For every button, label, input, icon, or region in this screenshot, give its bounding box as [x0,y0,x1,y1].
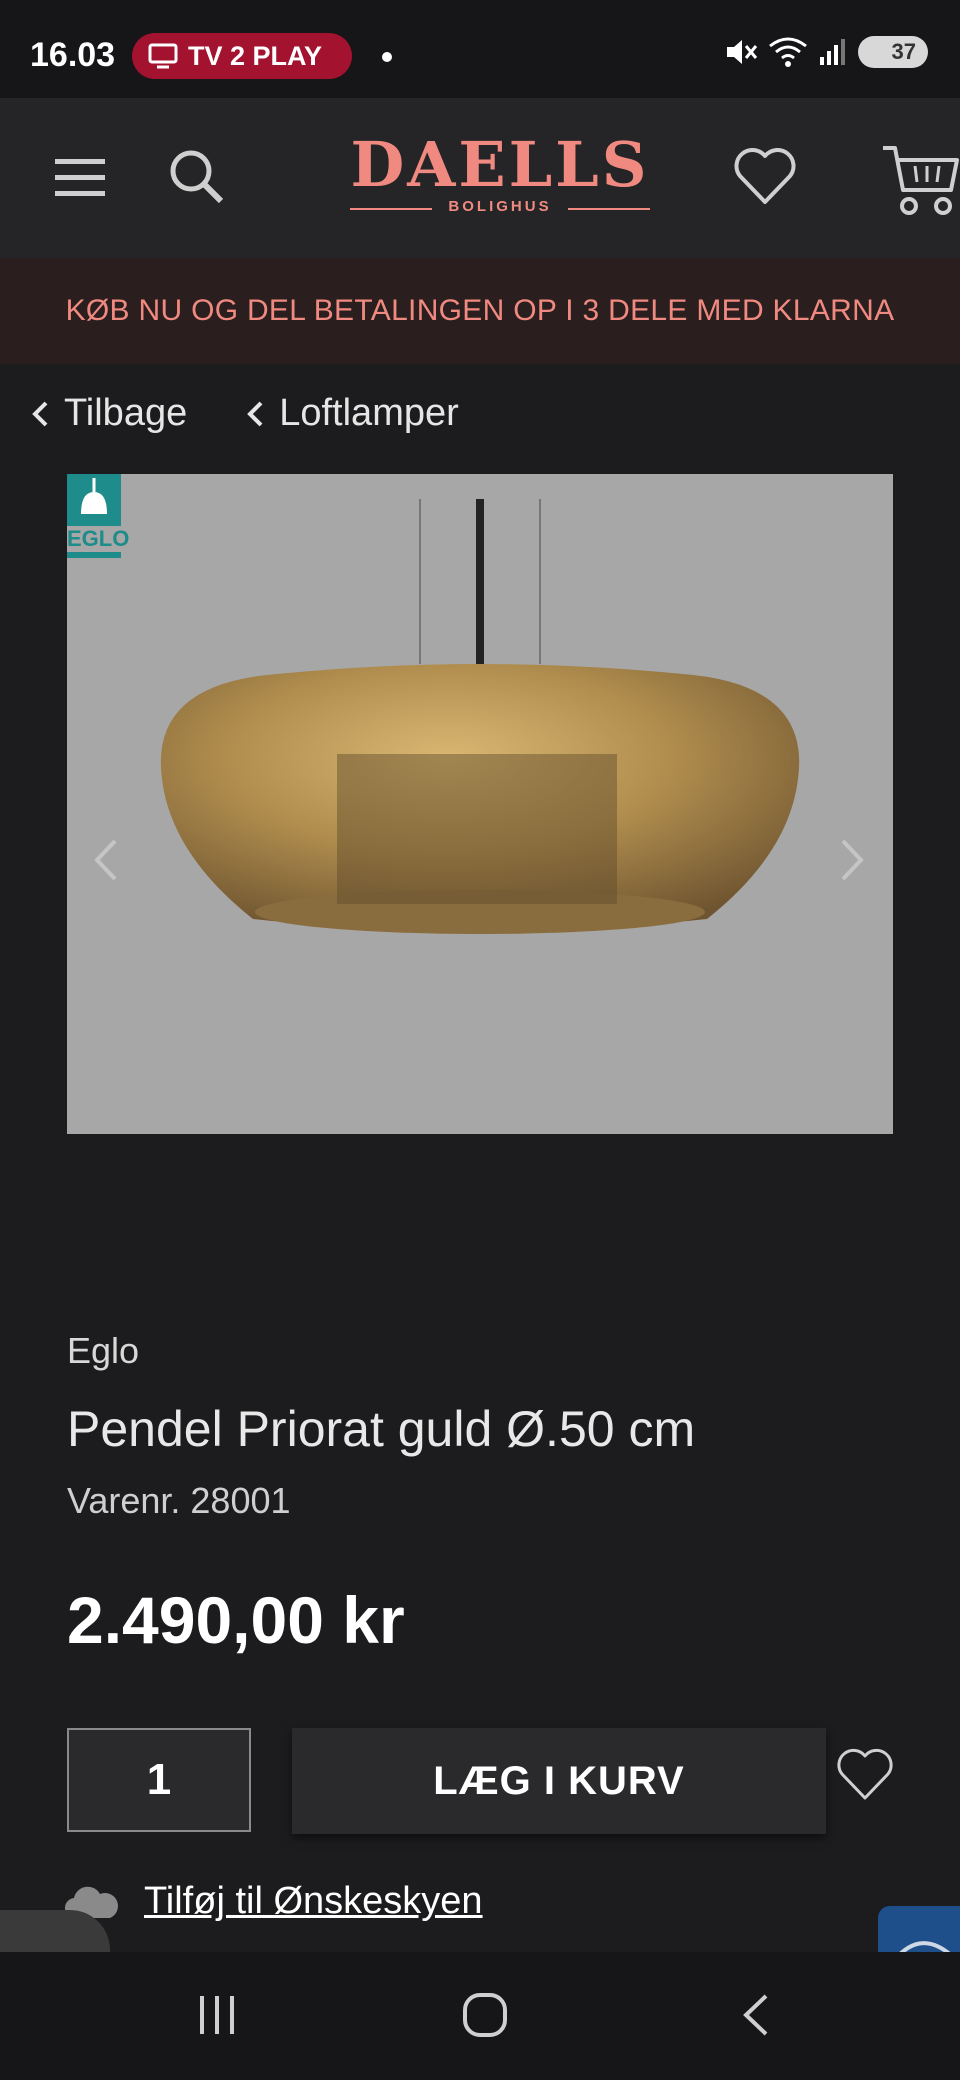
site-header: DAELLS BOLIGHUS [0,98,960,258]
signal-icon [820,39,845,65]
status-time: 16.03 [30,36,116,74]
add-to-favorites-button[interactable] [836,1748,894,1807]
battery-indicator: 37 [858,36,928,68]
shopping-cart-icon [883,146,959,215]
search-icon [170,150,224,204]
product-image-gallery[interactable]: EGLO [67,474,893,1134]
breadcrumb-label: Loftlamper [279,392,459,434]
product-price: 2.490,00 kr [67,1583,405,1657]
add-to-cart-button[interactable]: LÆG I KURV [292,1728,826,1834]
back-chevron-icon [743,1994,768,2036]
heart-icon [837,1748,893,1800]
pendant-lamp-image [160,499,800,934]
battery-level: 37 [891,39,916,64]
android-navigation-bar [0,1952,960,2080]
heart-icon [734,148,796,204]
product-brand[interactable]: Eglo [67,1330,139,1372]
search-button[interactable] [164,144,228,208]
promo-text: KØB NU OG DEL BETALINGEN OP I 3 DELE MED… [65,294,895,327]
daells-logo[interactable]: DAELLS BOLIGHUS [350,134,650,224]
quantity-value: 1 [146,1755,172,1804]
wifi-icon [769,37,807,67]
chevron-left-icon [247,401,263,426]
recent-apps-button[interactable] [194,1992,240,2043]
klarna-promo-banner[interactable]: KØB NU OG DEL BETALINGEN OP I 3 DELE MED… [0,258,960,364]
status-bar: 16.03 TV 2 PLAY 37 [0,0,960,98]
chevron-right-icon [841,839,864,881]
eglo-brand-badge: EGLO [67,474,130,558]
recent-apps-icon [200,1996,234,2034]
breadcrumb-back-link[interactable]: Tilbage [30,392,187,435]
home-button[interactable] [462,1992,508,2043]
chevron-left-icon [32,401,48,426]
gallery-next-button[interactable] [837,830,867,899]
eglo-lamp-logo [81,478,107,514]
logo-subtitle: BOLIGHUS [350,198,650,215]
tv-icon [148,43,178,69]
tv2-play-pill[interactable]: TV 2 PLAY [132,33,353,79]
mute-icon [727,40,758,64]
hamburger-icon [55,159,105,196]
menu-button[interactable] [48,148,112,208]
add-to-cart-label: LÆG I KURV [433,1758,685,1803]
eglo-badge-text: EGLO [67,526,130,552]
gallery-prev-button[interactable] [91,830,121,899]
wishlist-cloud-link[interactable]: Tilføj til Ønskeskyen [64,1880,483,1923]
logo-wordmark: DAELLS [350,128,650,201]
back-button[interactable] [738,1992,772,2043]
breadcrumb-category-link[interactable]: Loftlamper [245,392,459,435]
product-sku: Varenr. 28001 [67,1480,291,1521]
home-icon [463,1993,507,2037]
tv2-play-label: TV 2 PLAY [188,40,323,71]
favorites-button[interactable] [730,142,800,212]
quantity-input[interactable]: 1 [67,1728,251,1832]
notification-dot [382,52,392,62]
cart-button[interactable] [880,142,960,218]
breadcrumb: Tilbage Loftlamper [30,392,459,435]
breadcrumb-label: Tilbage [64,392,188,434]
product-title: Pendel Priorat guld Ø.50 cm [67,1401,696,1457]
wishlist-link-text: Tilføj til Ønskeskyen [144,1880,483,1922]
chevron-left-icon [94,839,117,881]
